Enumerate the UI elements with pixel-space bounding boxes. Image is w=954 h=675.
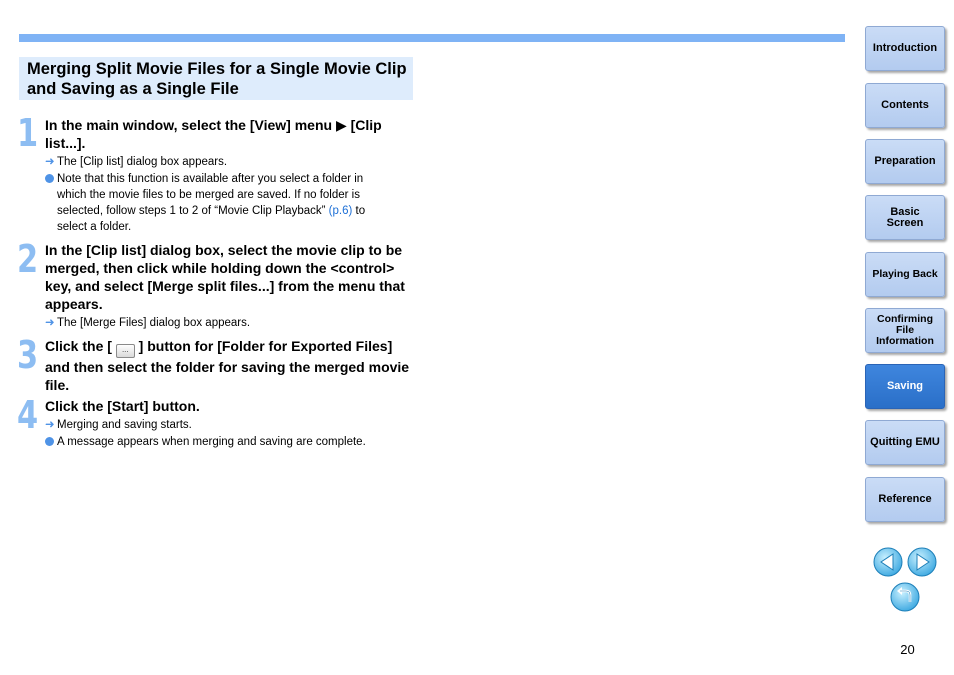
- top-accent-bar: [19, 34, 845, 42]
- step-number-1: 1: [17, 111, 39, 155]
- browse-button-icon: ...: [115, 344, 135, 358]
- nav-contents[interactable]: Contents: [865, 83, 945, 128]
- step-1-note-2: Note that this function is available aft…: [45, 171, 395, 235]
- step-3-text: Click the [ ... ] button for [Folder for…: [45, 338, 410, 393]
- page-number: 20: [900, 642, 915, 657]
- arrow-icon: ➜: [45, 156, 55, 168]
- nav-reference[interactable]: Reference: [865, 477, 945, 522]
- nav-quitting-emu[interactable]: Quitting EMU: [865, 420, 945, 465]
- step-4-note-2: A message appears when merging and savin…: [45, 434, 395, 450]
- step-1-text: In the main window, select the [View] me…: [45, 117, 382, 151]
- step-2-note-1: ➜ The [Merge Files] dialog box appears.: [45, 317, 251, 329]
- nav-confirming-file-information[interactable]: Confirming File Information: [865, 308, 945, 353]
- bullet-dot-icon: [45, 171, 57, 187]
- step-1-note-1: ➜ The [Clip list] dialog box appears.: [45, 156, 228, 168]
- step-number-2: 2: [17, 237, 39, 281]
- step-4-note-1: ➜ Merging and saving starts.: [45, 419, 192, 431]
- title-box: Merging Split Movie Files for a Single M…: [19, 57, 413, 100]
- return-icon[interactable]: [890, 582, 920, 612]
- step-number-4: 4: [17, 393, 39, 437]
- nav-introduction[interactable]: Introduction: [865, 26, 945, 71]
- arrow-icon: ➜: [45, 317, 55, 329]
- bullet-dot-icon: [45, 434, 57, 450]
- right-arrow-icon[interactable]: [907, 547, 937, 577]
- step-2-text: In the [Clip list] dialog box, select th…: [45, 242, 405, 312]
- page-6-link[interactable]: (p.6): [329, 205, 353, 217]
- nav-preparation[interactable]: Preparation: [865, 139, 945, 184]
- nav-basic-screen[interactable]: Basic Screen: [865, 195, 945, 240]
- step-4-text: Click the [Start] button.: [45, 398, 200, 414]
- step-number-3: 3: [17, 333, 39, 377]
- nav-playing-back[interactable]: Playing Back: [865, 252, 945, 297]
- page-title: Merging Split Movie Files for a Single M…: [27, 60, 407, 98]
- nav-saving[interactable]: Saving: [865, 364, 945, 409]
- arrow-icon: ➜: [45, 419, 55, 431]
- left-arrow-icon[interactable]: [873, 547, 903, 577]
